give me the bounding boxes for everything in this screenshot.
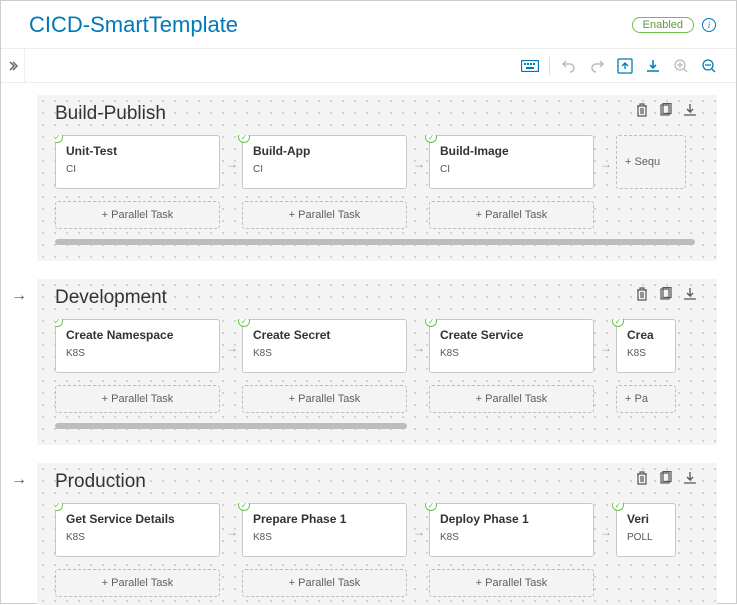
task-type-label: K8S	[253, 532, 396, 543]
task-card[interactable]: ✓Prepare Phase 1K8S	[242, 503, 407, 557]
task-card[interactable]: ✓Unit-Test CI	[55, 135, 220, 189]
add-parallel-task-button[interactable]: + Parallel Task	[55, 201, 220, 229]
trash-icon[interactable]	[635, 103, 651, 119]
task-card[interactable]: ✓Get Service Details K8S	[55, 503, 220, 557]
stage-block: Build-Publish✓Unit-TestCI+ Parallel Task…	[37, 95, 717, 261]
add-parallel-task-button[interactable]: + Pa	[616, 385, 676, 413]
page-header: CICD-SmartTemplate Enabled i	[1, 1, 736, 49]
task-title: Build-Image	[440, 144, 583, 158]
info-icon[interactable]: i	[702, 18, 716, 32]
task-type-label: K8S	[627, 348, 665, 359]
add-parallel-task-button[interactable]: + Parallel Task	[242, 569, 407, 597]
stage-block: Production✓Get Service DetailsK8S+ Paral…	[37, 463, 717, 605]
task-title: Create Service	[440, 328, 583, 342]
task-title: Veri	[627, 512, 665, 526]
arrow-right-icon: →	[226, 157, 238, 171]
task-card[interactable]: ✓CreaK8S	[616, 319, 676, 373]
task-type-label: K8S	[440, 348, 583, 359]
arrow-right-icon: →	[600, 157, 612, 171]
task-card[interactable]: ✓Deploy Phase 1K8S	[429, 503, 594, 557]
task-card[interactable]: ✓Create SecretK8S	[242, 319, 407, 373]
task-type-label: CI	[440, 164, 583, 175]
arrow-right-icon: →	[600, 341, 612, 355]
arrow-right-icon: →	[413, 157, 425, 171]
task-type-label: CI	[66, 164, 209, 175]
task-card[interactable]: ✓Create ServiceK8S	[429, 319, 594, 373]
check-icon: ✓	[55, 503, 63, 511]
check-icon: ✓	[425, 319, 437, 327]
task-type-label: K8S	[440, 532, 583, 543]
stage-title: Production	[55, 471, 146, 493]
task-title: Get Service Details	[66, 512, 209, 526]
task-card[interactable]: ✓Build-ImageCI	[429, 135, 594, 189]
page-title: CICD-SmartTemplate	[29, 12, 238, 38]
add-parallel-task-button[interactable]: + Parallel Task	[429, 385, 594, 413]
stage-block: Development✓Create NamespaceK8S+ Paralle…	[37, 279, 717, 445]
task-title: Prepare Phase 1	[253, 512, 396, 526]
task-card[interactable]: ✓Build-AppCI	[242, 135, 407, 189]
download-icon[interactable]	[683, 287, 699, 303]
check-icon: ✓	[612, 503, 624, 511]
check-icon: ✓	[238, 319, 250, 327]
add-parallel-task-button[interactable]: + Parallel Task	[55, 569, 220, 597]
add-parallel-task-button[interactable]: + Parallel Task	[55, 385, 220, 413]
zoom-in-icon[interactable]	[672, 57, 690, 75]
check-icon: ✓	[238, 503, 250, 511]
task-type-label: K8S	[66, 532, 209, 543]
redo-icon[interactable]	[588, 57, 606, 75]
arrow-right-icon: →	[226, 525, 238, 539]
copy-icon[interactable]	[659, 287, 675, 303]
add-parallel-task-button[interactable]: + Parallel Task	[242, 201, 407, 229]
task-title: Create Namespace	[66, 328, 209, 342]
add-parallel-task-button[interactable]: + Parallel Task	[429, 201, 594, 229]
task-type-label: K8S	[253, 348, 396, 359]
arrow-right-icon: →	[226, 341, 238, 355]
add-parallel-task-button[interactable]: + Parallel Task	[429, 569, 594, 597]
task-type-label: CI	[253, 164, 396, 175]
task-card[interactable]: ✓Create Namespace K8S	[55, 319, 220, 373]
task-type-label: K8S	[66, 348, 209, 359]
task-title: Unit-Test	[66, 144, 209, 158]
check-icon: ✓	[425, 503, 437, 511]
check-icon: ✓	[612, 319, 624, 327]
download-icon[interactable]	[644, 57, 662, 75]
trash-icon[interactable]	[635, 287, 651, 303]
expand-panel-toggle[interactable]	[1, 49, 25, 83]
download-icon[interactable]	[683, 103, 699, 119]
zoom-out-icon[interactable]	[700, 57, 718, 75]
arrow-right-icon: →	[413, 341, 425, 355]
horizontal-scrollbar[interactable]	[55, 423, 695, 431]
arrow-right-icon: →	[413, 525, 425, 539]
status-badge: Enabled	[632, 17, 694, 33]
add-sequential-task-button[interactable]: + Sequ	[616, 135, 686, 189]
copy-icon[interactable]	[659, 471, 675, 487]
task-card[interactable]: ✓VeriPOLL	[616, 503, 676, 557]
task-title: Deploy Phase 1	[440, 512, 583, 526]
check-icon: ✓	[238, 135, 250, 143]
toolbar	[1, 49, 736, 83]
stage-title: Build-Publish	[55, 103, 166, 125]
trash-icon[interactable]	[635, 471, 651, 487]
stage-title: Development	[55, 287, 167, 309]
horizontal-scrollbar[interactable]	[55, 239, 695, 247]
check-icon: ✓	[55, 135, 63, 143]
task-title: Build-App	[253, 144, 396, 158]
arrow-right-icon: →	[600, 525, 612, 539]
upload-icon[interactable]	[616, 57, 634, 75]
undo-icon[interactable]	[560, 57, 578, 75]
copy-icon[interactable]	[659, 103, 675, 119]
stage-flow-arrow-icon: →	[11, 287, 27, 305]
task-title: Create Secret	[253, 328, 396, 342]
check-icon: ✓	[425, 135, 437, 143]
keyboard-icon[interactable]	[521, 57, 539, 75]
stage-flow-arrow-icon: →	[11, 471, 27, 489]
check-icon: ✓	[55, 319, 63, 327]
add-parallel-task-button[interactable]: + Parallel Task	[242, 385, 407, 413]
pipeline-canvas: Build-Publish✓Unit-TestCI+ Parallel Task…	[1, 83, 736, 605]
download-icon[interactable]	[683, 471, 699, 487]
task-title: Crea	[627, 328, 665, 342]
task-type-label: POLL	[627, 532, 665, 543]
